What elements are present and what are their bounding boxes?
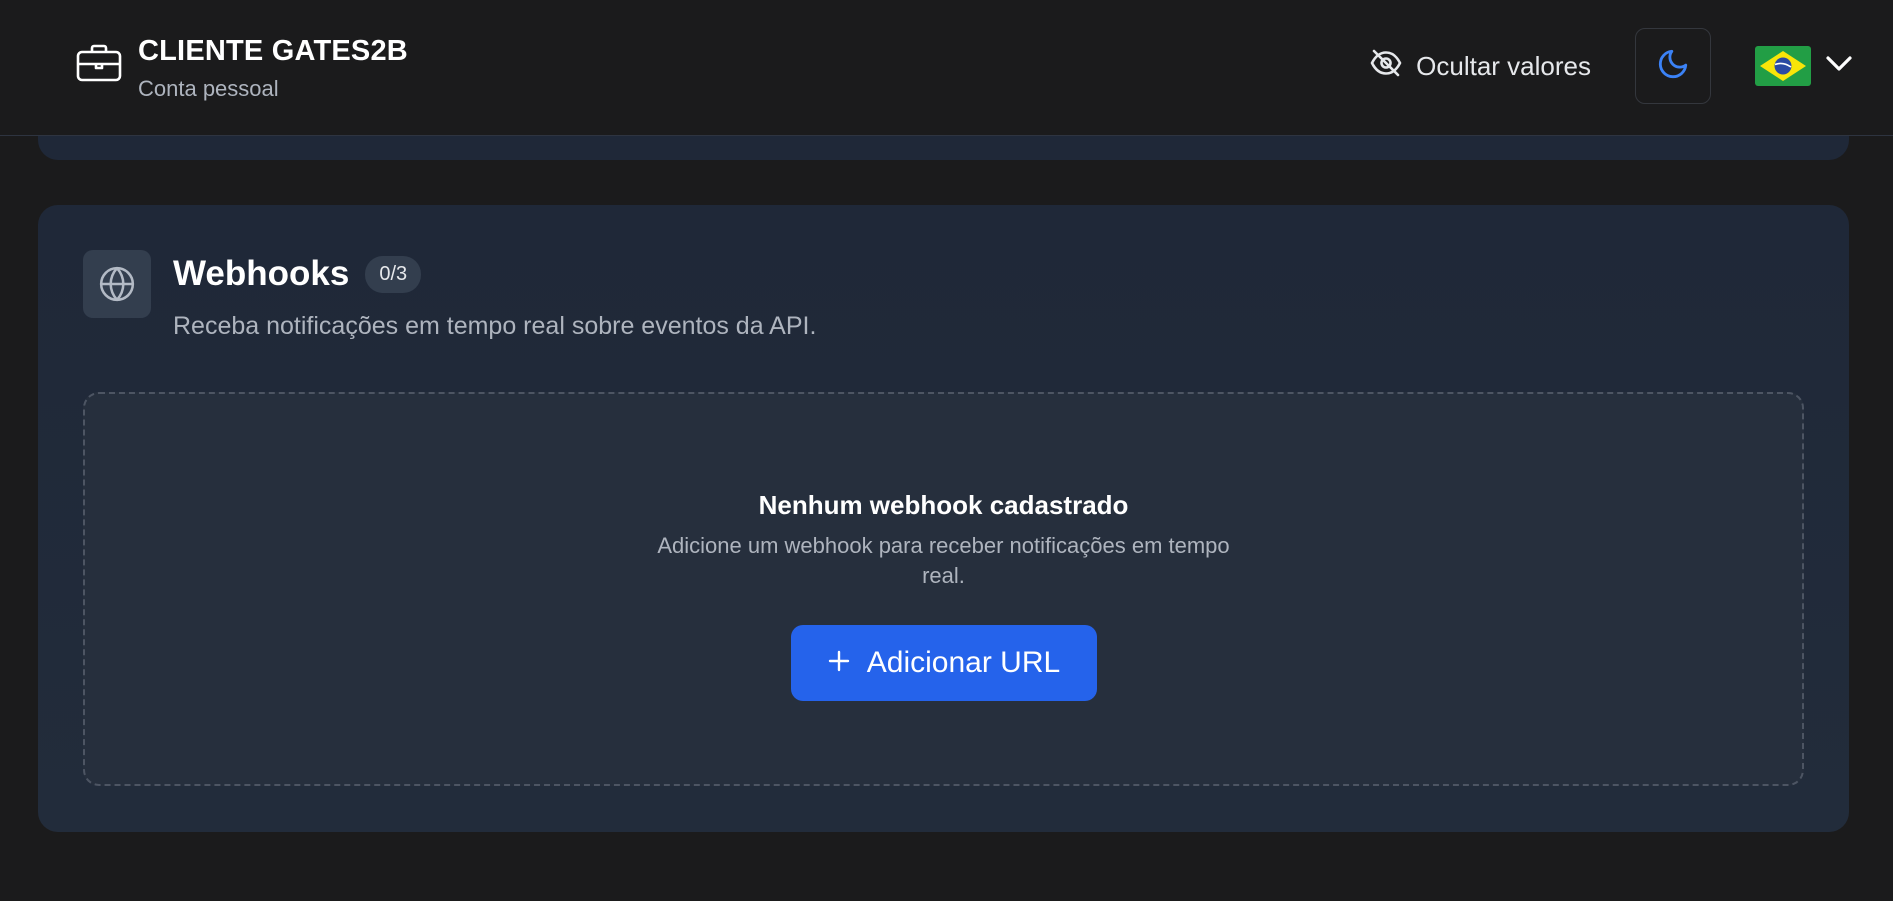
account-brand: CLIENTE GATES2B Conta pessoal (76, 28, 408, 102)
account-type: Conta pessoal (138, 76, 279, 101)
webhooks-card: Webhooks 0/3 Receba notificações em temp… (38, 205, 1849, 832)
top-header: CLIENTE GATES2B Conta pessoal Ocultar va… (0, 0, 1893, 136)
brazil-flag-icon (1755, 46, 1811, 86)
webhooks-count-badge: 0/3 (365, 255, 422, 293)
briefcase-icon (76, 40, 122, 86)
empty-state-description: Adicione um webhook para receber notific… (657, 533, 1230, 588)
account-name: CLIENTE GATES2B (138, 35, 408, 67)
add-url-label: Adicionar URL (866, 646, 1061, 679)
globe-icon (83, 250, 151, 318)
add-url-button[interactable]: Adicionar URL (790, 625, 1097, 701)
hide-values-button[interactable]: Ocultar valores (1370, 49, 1591, 84)
empty-state-title: Nenhum webhook cadastrado (758, 490, 1129, 520)
webhooks-title: Webhooks (173, 254, 350, 293)
webhooks-empty-state: Nenhum webhook cadastrado Adicione um we… (83, 392, 1804, 786)
language-selector[interactable] (1755, 46, 1853, 86)
header-actions: Ocultar valores (1370, 28, 1853, 104)
webhooks-header: Webhooks 0/3 Receba notificações em temp… (83, 250, 816, 341)
moon-icon (1656, 47, 1690, 86)
hide-values-label: Ocultar valores (1416, 50, 1591, 81)
chevron-down-icon (1825, 55, 1853, 78)
eye-off-icon (1370, 49, 1402, 84)
theme-toggle-button[interactable] (1635, 28, 1711, 104)
webhooks-description: Receba notificações em tempo real sobre … (173, 312, 817, 340)
plus-icon (827, 645, 851, 679)
